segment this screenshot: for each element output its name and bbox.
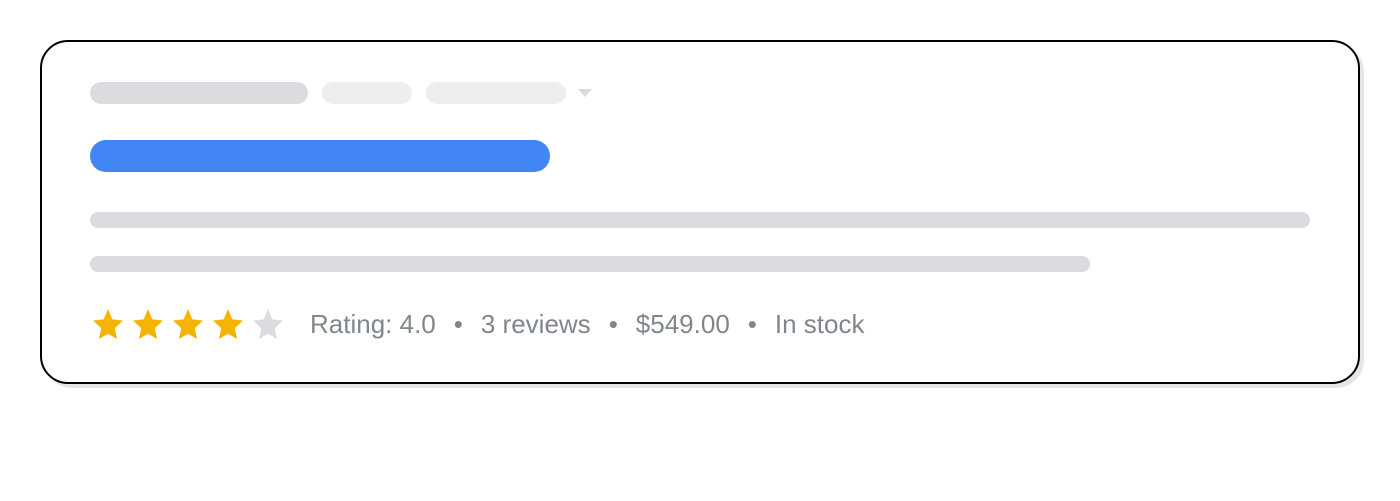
description-line-1 <box>90 212 1310 228</box>
search-result-card: Rating: 4.0 • 3 reviews • $549.00 • In s… <box>40 40 1360 384</box>
reviews-count[interactable]: 3 reviews <box>481 309 591 340</box>
description-line-2 <box>90 256 1090 272</box>
star-icon <box>170 306 206 342</box>
star-icon <box>90 306 126 342</box>
price-label: $549.00 <box>636 309 730 340</box>
separator-dot: • <box>748 309 757 340</box>
chevron-down-icon[interactable] <box>578 89 592 97</box>
star-icon <box>210 306 246 342</box>
rating-info-row: Rating: 4.0 • 3 reviews • $549.00 • In s… <box>90 306 1310 342</box>
rating-label: Rating: 4.0 <box>310 309 436 340</box>
star-icon <box>250 306 286 342</box>
breadcrumb-row <box>90 82 1310 104</box>
breadcrumb-placeholder-1 <box>90 82 308 104</box>
separator-dot: • <box>454 309 463 340</box>
star-icon <box>130 306 166 342</box>
separator-dot: • <box>609 309 618 340</box>
breadcrumb-placeholder-2 <box>322 82 412 104</box>
breadcrumb-placeholder-3 <box>426 82 566 104</box>
star-rating <box>90 306 286 342</box>
stock-status: In stock <box>775 309 865 340</box>
result-title-placeholder[interactable] <box>90 140 550 172</box>
